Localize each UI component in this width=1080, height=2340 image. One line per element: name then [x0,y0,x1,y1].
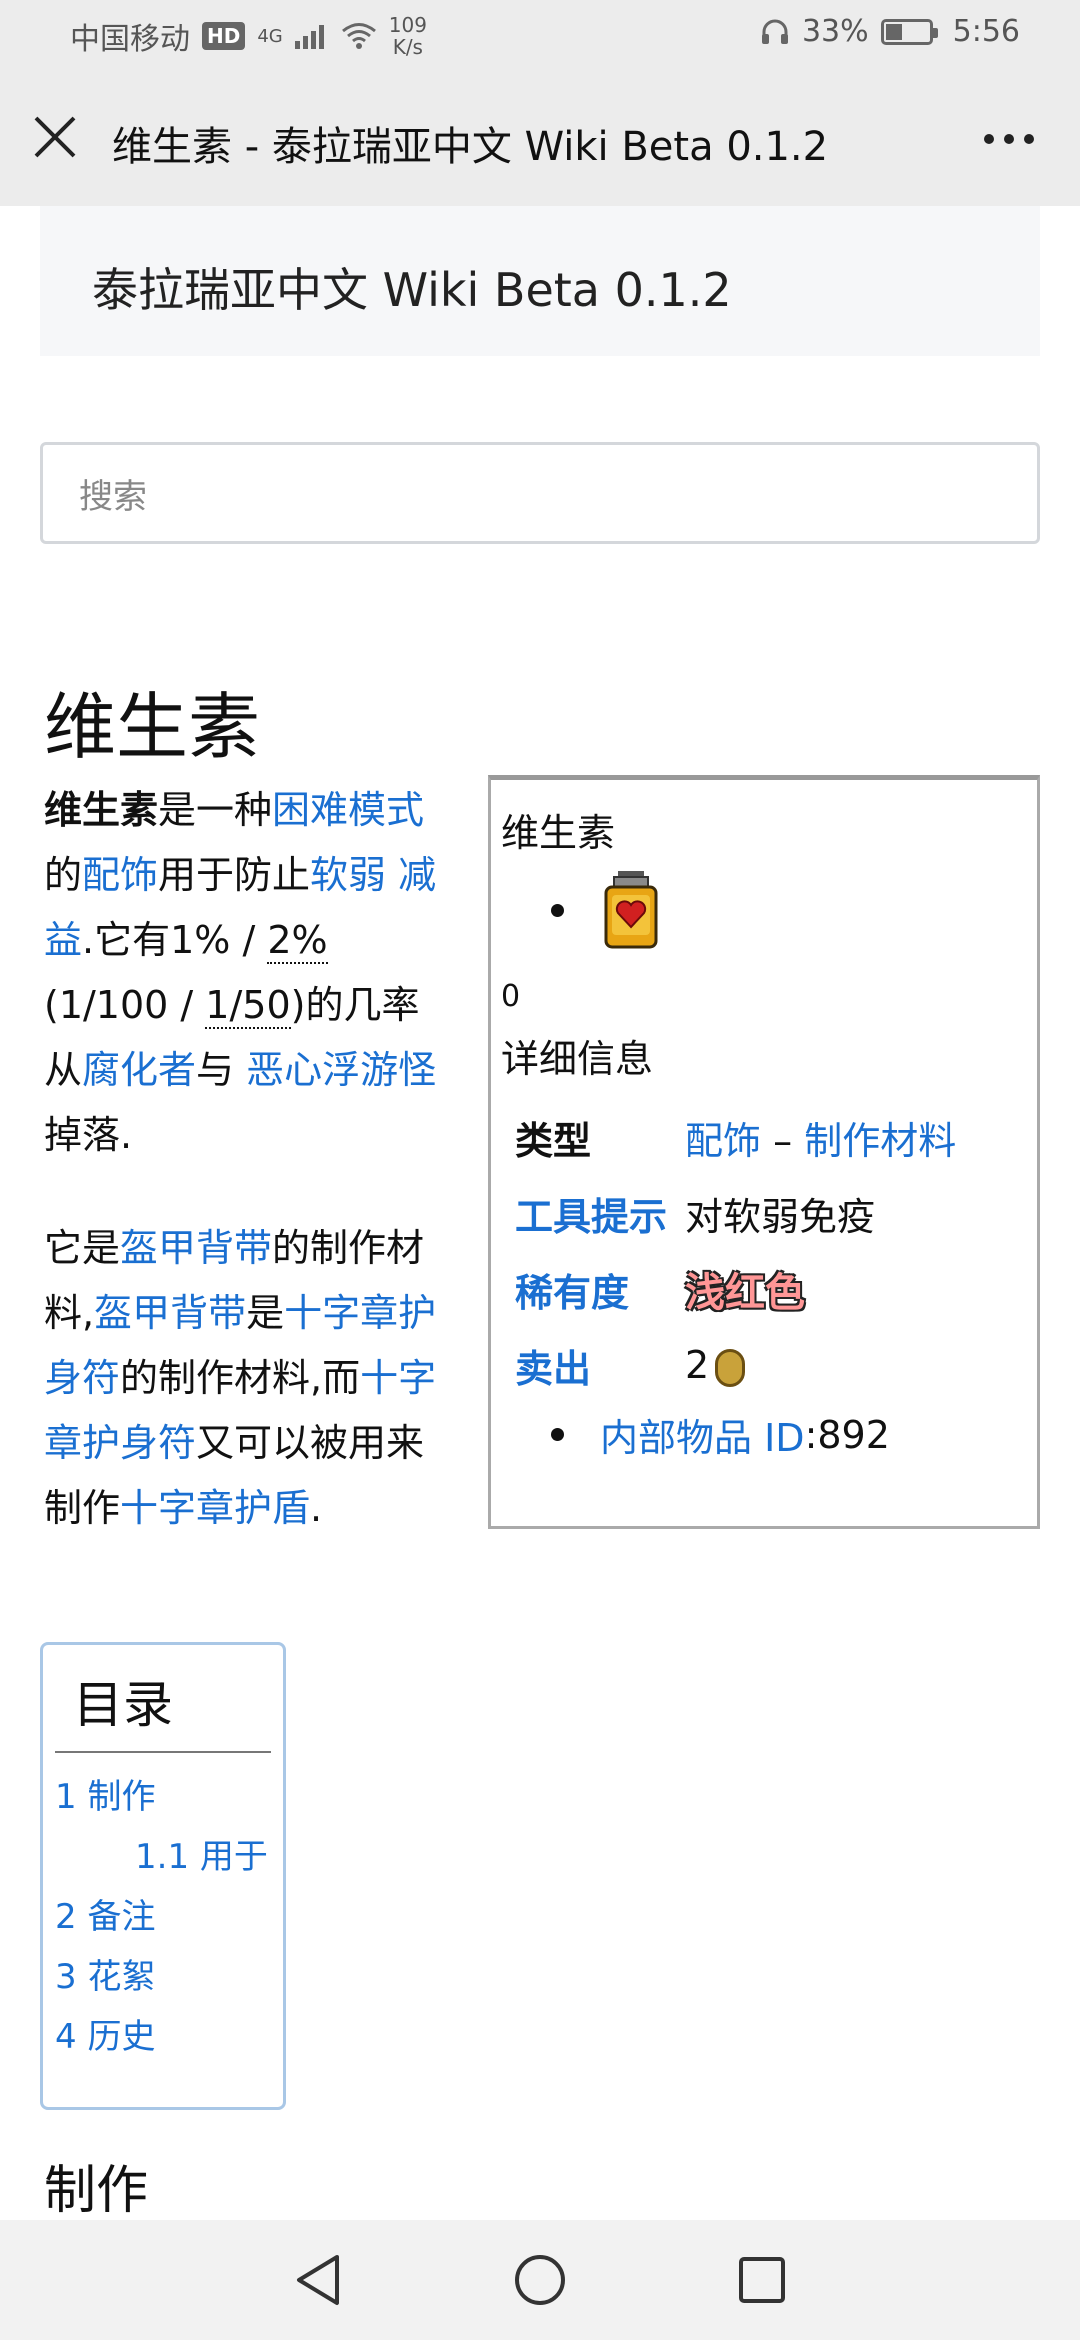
intro-paragraph-1: 维生素是一种困难模式的配饰用于防止软弱 减益.它有1% / 2%(1/100 /… [44,778,444,1168]
headphones-icon [761,19,788,44]
internal-id-row: 内部物品 ID: 892 [501,1407,1037,1462]
text: .它有1% / [82,918,268,962]
infobox-zero: 0 [501,979,521,1014]
hd-badge: HD [202,22,246,50]
link-accessory[interactable]: 配饰 [82,853,158,897]
bullet [551,1428,564,1441]
rarity-label[interactable]: 稀有度 [501,1262,699,1317]
section-heading-crafting: 制作 [44,2161,149,2221]
search-input[interactable]: 搜索 [40,442,1040,544]
type-label: 类型 [515,1118,592,1163]
abbr-fraction[interactable]: 1/50 [205,983,291,1029]
link-ankh-shield[interactable]: 十字章护盾 [120,1486,310,1530]
link-armor-bracing[interactable]: 盔甲背带 [120,1226,272,1270]
link-armor-bracing-2[interactable]: 盔甲背带 [94,1291,246,1335]
link-corruptor[interactable]: 腐化者 [82,1048,196,1092]
link-internal-item-id[interactable]: 内部物品 ID [600,1407,805,1462]
type-separator: – [761,1118,805,1163]
text: 掉落. [44,1113,133,1157]
page-window-title: 维生素 - 泰拉瑞亚中文 Wiki Beta 0.1.2 [112,124,829,170]
text: . [310,1486,323,1530]
item-infobox: 维生素 0 详细信息 类型 配饰 – 制作材料 工具提示 对软弱免疫 稀有度 浅… [488,775,1040,1529]
search-placeholder: 搜索 [79,476,147,517]
text: 它是 [44,1226,121,1270]
intro-paragraph-2: 它是盔甲背带的制作材料,盔甲背带是十字章护身符的制作材料,而十字章护身符又可以被… [44,1216,444,1541]
abbr-drop-chance[interactable]: 2% [267,918,328,964]
battery-icon [880,18,938,45]
link-floaty-gross[interactable]: 恶心浮游怪 [246,1048,436,1092]
gold-coin-icon [715,1348,746,1387]
toc-item-notes[interactable]: 2 备注 [55,1887,271,1947]
text: 用于防止 [158,853,311,897]
link-hardmode[interactable]: 困难模式 [272,788,424,832]
table-of-contents: 目录 1 制作 1.1 用于 2 备注 3 花絮 4 历史 [40,1642,286,2110]
sell-value: 2 [685,1343,746,1387]
network-type: 4G [257,25,283,47]
status-bar: 中国移动 HD 4G 109 K/s 33% 5:56 [0,0,1080,72]
page-title: 维生素 [44,685,261,769]
text: 与 [196,1048,247,1092]
site-banner[interactable]: 泰拉瑞亚中文 Wiki Beta 0.1.2 [40,206,1040,356]
status-left: 中国移动 HD 4G 109 K/s [70,14,427,58]
toc-item-used-in[interactable]: 1.1 用于 [55,1827,271,1887]
text: 的制作材料,而 [120,1356,361,1400]
toc-item-trivia[interactable]: 3 花絮 [55,1947,271,2007]
infobox-title: 维生素 [501,811,616,855]
bullet [551,903,564,917]
toc-item-crafting[interactable]: 1 制作 [55,1767,271,1827]
toc-title: 目录 [55,1665,271,1753]
link-crafting-material[interactable]: 制作材料 [804,1119,956,1163]
carrier-label: 中国移动 [70,22,190,57]
infobox-image-item [501,865,1037,955]
id-separator: : [804,1412,818,1457]
detail-row-rarity: 稀有度 浅红色 [501,1251,1037,1327]
type-value: 配饰 – 制作材料 [685,1110,956,1165]
clock: 5:56 [952,14,1020,49]
system-nav-bar [0,2220,1080,2340]
toc-item-history[interactable]: 4 历史 [55,2007,271,2067]
home-circle-icon[interactable] [513,2253,567,2307]
signal-icon [294,25,324,49]
item-id-value: 892 [817,1412,890,1457]
tooltip-value: 对软弱免疫 [685,1194,876,1239]
speed-unit: K/s [392,35,423,59]
text: 是一种 [158,788,273,832]
back-triangle-icon[interactable] [293,2253,343,2307]
recents-square-icon[interactable] [737,2255,787,2305]
more-icon[interactable] [984,124,1044,154]
details-heading: 详细信息 [501,1037,654,1081]
term-bold: 维生素 [44,788,159,832]
close-icon[interactable] [28,110,82,164]
status-right: 33% 5:56 [760,14,1020,49]
detail-row-sell: 卖出 2 [501,1327,1037,1403]
text: (1/100 / [44,983,206,1027]
detail-row-tooltip: 工具提示 对软弱免疫 [501,1175,1037,1251]
tooltip-label[interactable]: 工具提示 [501,1186,699,1241]
sell-amount: 2 [685,1343,710,1387]
app-bar: 维生素 - 泰拉瑞亚中文 Wiki Beta 0.1.2 [0,72,1080,206]
detail-row-type: 类型 配饰 – 制作材料 [501,1099,1037,1175]
details-table: 类型 配饰 – 制作材料 工具提示 对软弱免疫 稀有度 浅红色 卖出 2 [501,1099,1037,1403]
text: 的 [44,853,83,897]
network-speed: 109 K/s [389,14,427,58]
sell-label[interactable]: 卖出 [501,1338,699,1393]
link-accessory-type[interactable]: 配饰 [685,1119,761,1163]
speed-value: 109 [388,13,427,37]
rarity-value: 浅红色 [685,1270,805,1316]
vitamins-item-icon [604,871,658,949]
battery-percent: 33% [801,14,869,49]
article-intro: 维生素是一种困难模式的配饰用于防止软弱 减益.它有1% / 2%(1/100 /… [44,778,444,1541]
wifi-icon [341,23,376,49]
text: 是 [246,1291,285,1335]
